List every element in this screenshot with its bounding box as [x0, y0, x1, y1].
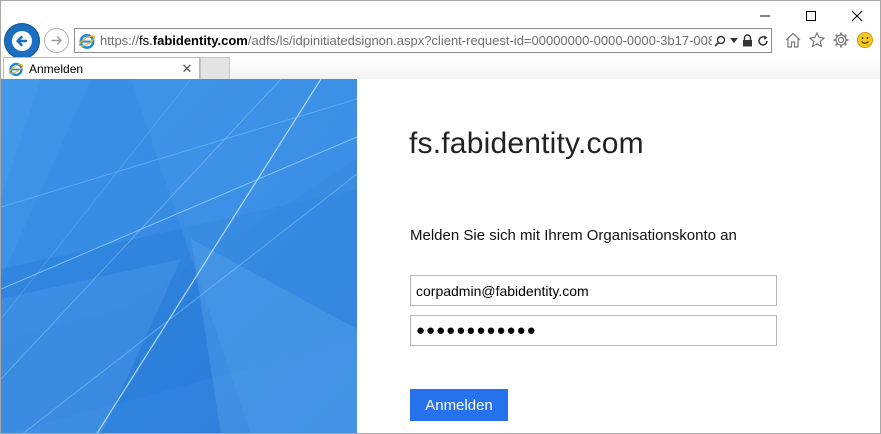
address-bar-tools — [714, 34, 769, 47]
forward-button[interactable] — [44, 28, 69, 53]
username-input[interactable] — [410, 275, 777, 306]
home-button[interactable] — [784, 30, 802, 50]
favorites-button[interactable] — [808, 30, 826, 50]
minimize-icon — [760, 15, 770, 17]
tab-close-icon[interactable]: ✕ — [180, 61, 194, 77]
back-button[interactable] — [4, 23, 40, 59]
tab-strip: Anmelden ✕ — [1, 57, 880, 79]
settings-gear-icon — [833, 32, 849, 48]
tab-title: Anmelden — [29, 61, 84, 76]
chevron-down-icon — [730, 37, 738, 43]
password-input[interactable] — [410, 315, 777, 346]
smiley-feedback-icon — [857, 32, 873, 48]
back-arrow-icon — [12, 31, 32, 51]
forward-arrow-icon — [51, 36, 62, 45]
address-bar[interactable]: https://fs.fabidentity.com/adfs/ls/idpin… — [74, 28, 772, 53]
address-dropdown-button[interactable] — [730, 37, 738, 44]
ie-logo-icon — [78, 33, 96, 49]
lock-icon — [743, 34, 752, 47]
refresh-icon — [758, 35, 768, 46]
signin-prompt: Melden Sie sich mit Ihrem Organisationsk… — [410, 227, 737, 244]
background-illustration — [1, 79, 357, 433]
close-icon — [851, 10, 863, 22]
signin-panel: fs.fabidentity.com Melden Sie sich mit I… — [357, 79, 880, 433]
search-icon — [714, 35, 726, 47]
favorites-star-icon — [809, 32, 825, 48]
feedback-button[interactable] — [856, 30, 874, 50]
illustration-panel — [1, 79, 357, 433]
maximize-icon — [806, 11, 816, 21]
home-icon — [785, 32, 801, 48]
page-content: fs.fabidentity.com Melden Sie sich mit I… — [1, 79, 880, 433]
ie-page-icon — [8, 62, 24, 76]
organization-name: fs.fabidentity.com — [409, 127, 644, 160]
browser-toolbar-icons — [784, 30, 874, 50]
search-button[interactable] — [714, 35, 726, 47]
security-lock[interactable] — [742, 34, 753, 47]
refresh-button[interactable] — [757, 35, 769, 47]
signin-button[interactable]: Anmelden — [410, 389, 508, 421]
tab-anmelden[interactable]: Anmelden ✕ — [3, 57, 200, 79]
settings-button[interactable] — [832, 30, 850, 50]
url-text[interactable]: https://fs.fabidentity.com/adfs/ls/idpin… — [100, 33, 712, 48]
new-tab-button[interactable] — [200, 57, 230, 79]
browser-window: https://fs.fabidentity.com/adfs/ls/idpin… — [0, 0, 881, 434]
navigation-bar: https://fs.fabidentity.com/adfs/ls/idpin… — [1, 23, 880, 59]
